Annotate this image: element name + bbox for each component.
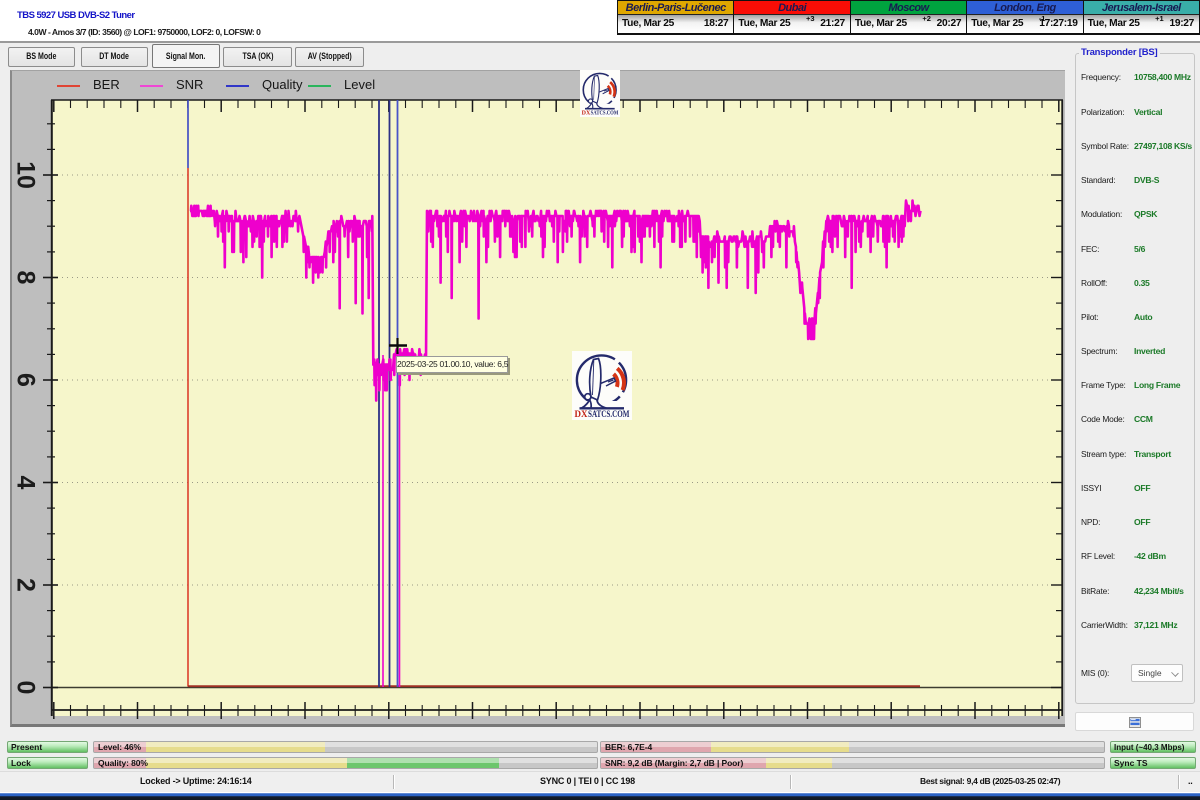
- svg-text:0: 0: [12, 681, 40, 695]
- svg-text:DX: DX: [575, 409, 588, 420]
- svg-text:SATCS.COM: SATCS.COM: [588, 409, 630, 420]
- svg-text:6: 6: [12, 373, 40, 387]
- svg-text:SATCS.COM: SATCS.COM: [591, 110, 619, 117]
- svg-text:8: 8: [12, 271, 40, 285]
- svg-text:DX: DX: [582, 110, 591, 117]
- svg-text:4: 4: [12, 476, 40, 490]
- svg-text:10: 10: [12, 161, 40, 189]
- svg-text:2: 2: [12, 578, 40, 592]
